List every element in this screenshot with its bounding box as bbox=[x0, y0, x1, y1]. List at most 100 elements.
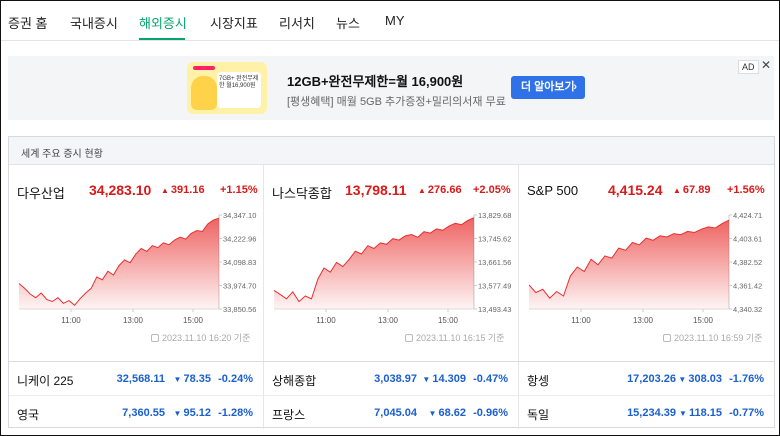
down-arrow-icon: ▼ bbox=[679, 409, 687, 418]
nav-item-my[interactable]: MY bbox=[385, 13, 405, 28]
nav-item-research[interactable]: 리서치 bbox=[279, 13, 315, 32]
index-change-value: 68.62 bbox=[438, 407, 466, 419]
index-value: 17,203.26 bbox=[627, 373, 676, 385]
timestamp-text: 2023.11.10 16:20 기준 bbox=[162, 333, 251, 343]
index-name: 영국 bbox=[17, 408, 40, 422]
index-percent: -0.96% bbox=[473, 407, 508, 419]
index-percent: +1.15% bbox=[220, 184, 258, 196]
index-cell[interactable]: 니케이 225 32,568.11 ▼ 78.35 -0.24% bbox=[9, 362, 264, 395]
index-name: 항셍 bbox=[527, 374, 550, 388]
table-row: 영국 7,360.55 ▼ 95.12 -1.28% 프랑스 7,045.04 ▼… bbox=[9, 395, 774, 429]
ad-title[interactable]: 12GB+완전무제한=월 16,900원 bbox=[287, 71, 463, 90]
close-icon[interactable]: ✕ bbox=[761, 58, 771, 72]
chart-y-tick-label: 13,577.49 bbox=[478, 282, 511, 291]
panel-title: 세계 주요 증시 현황 bbox=[21, 149, 103, 160]
table-row: 니케이 225 32,568.11 ▼ 78.35 -0.24% 상해종합 3,0… bbox=[9, 362, 774, 395]
ad-learn-more-button[interactable]: 더 알아보기 › bbox=[511, 76, 585, 99]
nav-item-news[interactable]: 뉴스 bbox=[336, 13, 360, 32]
index-cell[interactable]: 상해종합 3,038.97 ▼ 14.309 -0.47% bbox=[264, 362, 519, 395]
nav-item-stock-home[interactable]: 증권 홈 bbox=[8, 13, 48, 32]
chart-y-tick-label: 34,222.96 bbox=[223, 235, 256, 244]
index-card-sp500[interactable]: S&P 500 4,415.24 ▲ 67.89 +1.56% 4,424.71 4… bbox=[519, 165, 774, 361]
clock-icon bbox=[663, 334, 671, 342]
chart-area bbox=[19, 218, 219, 309]
down-arrow-icon: ▼ bbox=[173, 375, 182, 384]
chart-y-tick-label: 4,403.61 bbox=[733, 235, 762, 244]
chart-y-tick-label: 4,424.71 bbox=[733, 211, 762, 220]
index-change: ▲ 67.89 bbox=[673, 184, 710, 196]
index-percent: +2.05% bbox=[473, 184, 511, 196]
index-name: 독일 bbox=[527, 408, 550, 422]
index-chart-dow[interactable]: 34,347.10 34,222.96 34,098.83 33,974.70 33,8… bbox=[9, 209, 264, 329]
index-name: 나스닥종합 bbox=[272, 186, 332, 201]
index-change-value: 391.16 bbox=[170, 184, 205, 196]
world-index-panel: 세계 주요 증시 현황 다우산업 34,283.10 ▲ 391.16 +1.15… bbox=[8, 136, 775, 429]
index-percent: -0.77% bbox=[729, 407, 764, 419]
ad-badge: AD bbox=[738, 60, 759, 74]
chart-x-tick-label: 13:00 bbox=[123, 316, 144, 325]
chevron-right-icon: › bbox=[573, 81, 577, 93]
index-name: 니케이 225 bbox=[17, 374, 74, 388]
timestamp-text: 2023.11.10 16:15 기준 bbox=[416, 333, 505, 343]
index-chart-nasdaq[interactable]: 13,829.68 13,745.62 13,661.56 13,577.49 13,4… bbox=[264, 209, 519, 329]
index-value: 4,415.24 bbox=[608, 182, 663, 198]
timestamp-text: 2023.11.10 16:59 기준 bbox=[674, 333, 763, 343]
index-change-value: 95.12 bbox=[183, 407, 211, 419]
nav-item-market-index[interactable]: 시장지표 bbox=[210, 13, 258, 32]
chart-x-tick-label: 13:00 bbox=[633, 316, 654, 325]
index-name: 프랑스 bbox=[272, 408, 306, 422]
index-table: 니케이 225 32,568.11 ▼ 78.35 -0.24% 상해종합 3,0… bbox=[9, 361, 774, 429]
chart-y-tick-label: 33,850.56 bbox=[223, 305, 256, 314]
clock-icon bbox=[151, 334, 159, 342]
chart-x-tick-label: 11:00 bbox=[571, 316, 591, 325]
nav-item-domestic[interactable]: 국내증시 bbox=[70, 13, 118, 32]
ad-banner[interactable]: 7GB+ 완전무제한 월16,900원 12GB+완전무제한=월 16,900원… bbox=[8, 56, 774, 120]
ad-image[interactable]: 7GB+ 완전무제한 월16,900원 bbox=[187, 62, 267, 114]
nav-item-overseas[interactable]: 해외증시 bbox=[139, 13, 187, 32]
index-change-value: 78.35 bbox=[183, 373, 211, 385]
chart-x-tick-label: 11:00 bbox=[61, 316, 81, 325]
index-chart-sp500[interactable]: 4,424.71 4,403.61 4,382.52 4,361.42 4,340.32… bbox=[519, 209, 774, 329]
chart-y-tick-label: 13,661.56 bbox=[478, 258, 511, 267]
index-card-dow[interactable]: 다우산업 34,283.10 ▲ 391.16 +1.15% 34,347.10 3… bbox=[9, 165, 264, 361]
index-value: 15,234.39 bbox=[627, 407, 676, 419]
ad-image-text: 7GB+ 완전무제한 월16,900원 bbox=[219, 76, 259, 89]
index-cell[interactable]: 독일 15,234.39 ▼ 118.15 -0.77% bbox=[519, 396, 774, 429]
chart-area bbox=[274, 217, 474, 309]
chart-y-tick-label: 4,382.52 bbox=[733, 258, 762, 267]
top-nav: 증권 홈 국내증시 해외증시 시장지표 리서치 뉴스 MY bbox=[1, 1, 779, 41]
chart-y-tick-label: 4,361.42 bbox=[733, 282, 762, 291]
panel-header: 세계 주요 증시 현황 bbox=[9, 137, 774, 165]
index-change: ▲ 276.66 bbox=[418, 184, 462, 196]
index-card-nasdaq[interactable]: 나스닥종합 13,798.11 ▲ 276.66 +2.05% 13,829.68… bbox=[264, 165, 519, 361]
index-change: ▼ 68.62 bbox=[429, 407, 466, 419]
index-percent: -1.76% bbox=[729, 373, 764, 385]
index-value: 13,798.11 bbox=[345, 182, 407, 198]
chart-y-tick-label: 33,974.70 bbox=[223, 282, 256, 291]
index-change: ▼ 95.12 bbox=[174, 407, 211, 419]
down-arrow-icon: ▼ bbox=[422, 375, 431, 384]
index-change: ▼ 14.309 bbox=[422, 373, 466, 385]
chart-x-tick-label: 15:00 bbox=[183, 316, 204, 325]
index-percent: -0.24% bbox=[218, 373, 253, 385]
chart-area bbox=[529, 220, 729, 309]
index-change-value: 276.66 bbox=[427, 184, 462, 196]
index-timestamp: 2023.11.10 16:15 기준 bbox=[405, 331, 504, 344]
chart-x-tick-label: 11:00 bbox=[316, 316, 336, 325]
index-percent: -1.28% bbox=[218, 407, 253, 419]
chart-y-tick-label: 4,340.32 bbox=[733, 305, 762, 314]
index-name: S&P 500 bbox=[527, 183, 579, 198]
chart-y-tick-label: 34,347.10 bbox=[223, 211, 256, 220]
ad-image-bar bbox=[193, 66, 215, 70]
chart-y-tick-label: 13,829.68 bbox=[478, 211, 511, 220]
index-cell[interactable]: 프랑스 7,045.04 ▼ 68.62 -0.96% bbox=[264, 396, 519, 429]
index-timestamp: 2023.11.10 16:20 기준 bbox=[151, 331, 250, 344]
chart-x-tick-label: 13:00 bbox=[378, 316, 399, 325]
index-cell[interactable]: 영국 7,360.55 ▼ 95.12 -1.28% bbox=[9, 396, 264, 429]
index-cell[interactable]: 항셍 17,203.26 ▼ 308.03 -1.76% bbox=[519, 362, 774, 395]
index-name: 상해종합 bbox=[272, 374, 317, 388]
index-percent: +1.56% bbox=[727, 184, 765, 196]
index-value: 34,283.10 bbox=[89, 182, 152, 198]
index-change: ▲ 391.16 bbox=[161, 184, 205, 196]
index-value: 3,038.97 bbox=[374, 373, 417, 385]
